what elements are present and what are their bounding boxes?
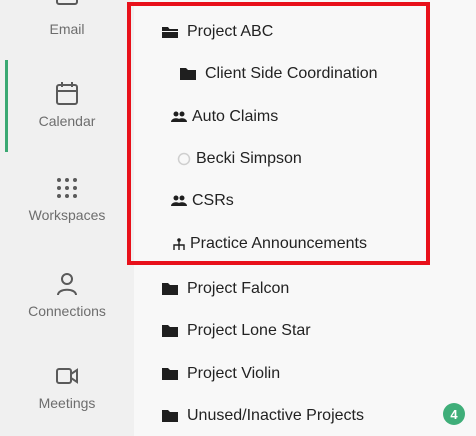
rail-item-connections[interactable]: Connections (0, 272, 134, 319)
email-icon (56, 0, 78, 5)
tree-item-label: Project Lone Star (187, 322, 311, 339)
folder-icon (178, 66, 198, 82)
tree-item-becki-simpson[interactable]: Becki Simpson (177, 144, 302, 174)
calendar-icon (56, 82, 78, 105)
video-icon (56, 368, 78, 384)
rail-label-meetings: Meetings (38, 395, 96, 411)
rail-label-calendar: Calendar (38, 113, 96, 129)
rail-item-email[interactable]: Email (0, 0, 134, 37)
tree-item-label: Auto Claims (192, 108, 279, 125)
rail-item-workspaces[interactable]: Workspaces (0, 176, 134, 223)
group-icon (171, 193, 187, 209)
rail-item-meetings[interactable]: Meetings (0, 364, 134, 411)
tree-item-label: Project Falcon (187, 280, 290, 297)
tree-item-auto-claims[interactable]: Auto Claims (171, 102, 278, 132)
tree-item-project-falcon[interactable]: Project Falcon (160, 274, 289, 304)
folder-icon (160, 323, 180, 339)
tree-item-project-violin[interactable]: Project Violin (160, 359, 280, 389)
workspace-tree-panel: Project ABC Client Side Coordination Aut… (134, 0, 476, 436)
hierarchy-icon (173, 236, 185, 252)
rail-label-email: Email (49, 21, 85, 37)
rail-item-calendar[interactable]: Calendar (0, 82, 134, 129)
tree-item-unused-inactive-projects[interactable]: Unused/Inactive Projects (160, 401, 364, 431)
rail-label-workspaces: Workspaces (28, 207, 106, 223)
tree-item-label: Practice Announcements (190, 235, 367, 252)
folder-icon (160, 366, 180, 382)
tree-item-label: Project Violin (187, 365, 281, 382)
rail-label-connections: Connections (28, 303, 106, 319)
tree-item-client-side-coordination[interactable]: Client Side Coordination (178, 59, 378, 89)
unread-count-badge: 4 (443, 403, 465, 425)
folder-icon (160, 281, 180, 297)
tree-item-label: CSRs (192, 192, 234, 209)
tree-item-label: Project ABC (187, 23, 274, 40)
tree-item-project-abc[interactable]: Project ABC (160, 17, 273, 47)
tree-item-label: Client Side Coordination (205, 65, 378, 82)
person-icon (57, 273, 77, 296)
tree-item-csrs[interactable]: CSRs (171, 186, 234, 216)
folder-icon (160, 408, 180, 424)
group-icon (171, 109, 187, 125)
tree-item-practice-announcements[interactable]: Practice Announcements (173, 229, 367, 259)
tree-item-project-lone-star[interactable]: Project Lone Star (160, 316, 311, 346)
nav-rail: Email Calendar Workspaces Connections Me… (0, 0, 134, 436)
status-circle-icon (177, 151, 191, 167)
tree-item-label: Unused/Inactive Projects (187, 407, 364, 424)
tree-item-label: Becki Simpson (196, 150, 302, 167)
grid-icon (57, 178, 77, 198)
folder-open-icon (160, 24, 180, 40)
